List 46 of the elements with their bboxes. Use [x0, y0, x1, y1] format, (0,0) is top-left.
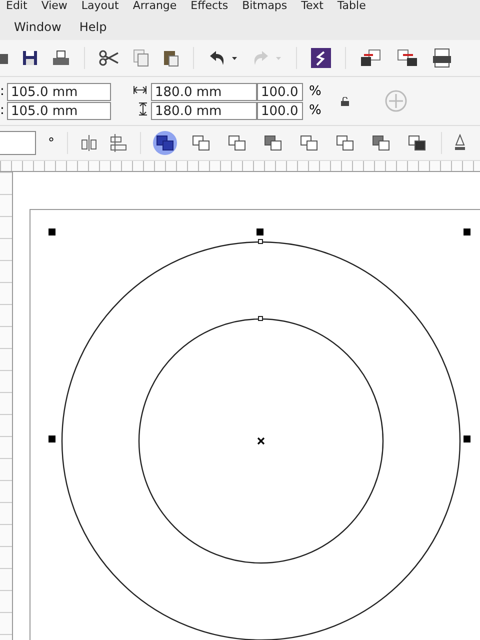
save-icon[interactable] [22, 50, 38, 66]
degree-label: ° [48, 136, 54, 150]
menu-item[interactable]: Edit [6, 0, 28, 12]
menu-item[interactable]: Arrange [132, 0, 177, 12]
percent-label: % [308, 84, 322, 99]
node-marker[interactable] [258, 239, 263, 244]
menu-item[interactable]: View [41, 0, 68, 12]
scale-field[interactable]: 100.0 [257, 102, 303, 120]
selection-handle[interactable] [48, 436, 56, 442]
position-field[interactable]: 105.0 mm [7, 102, 111, 120]
menu-item[interactable]: Layout [81, 0, 119, 12]
size-field[interactable]: 180.0 mm [151, 102, 257, 120]
height-icon [139, 102, 147, 116]
field-label: : [0, 102, 6, 120]
lock-icon[interactable] [341, 96, 350, 106]
app-launcher-icon[interactable] [311, 48, 331, 68]
angle-field[interactable] [0, 131, 36, 155]
position-field[interactable]: 105.0 mm [7, 82, 111, 100]
copy-icon[interactable] [133, 49, 149, 67]
import-icon[interactable] [360, 49, 382, 67]
center-mark [257, 437, 265, 445]
scale-field[interactable]: 100.0 [257, 82, 303, 100]
pen-icon[interactable] [454, 134, 466, 152]
selection-handle[interactable] [256, 228, 264, 236]
node-marker[interactable] [258, 316, 263, 321]
menu-item[interactable]: Text [301, 0, 324, 12]
menu-item[interactable]: Help [79, 20, 107, 34]
mirror-icon[interactable] [80, 135, 98, 151]
undo-icon[interactable] [208, 50, 238, 66]
width-icon [133, 86, 147, 94]
print-icon[interactable] [52, 50, 70, 66]
selection-handle[interactable] [464, 228, 470, 236]
paste-icon[interactable] [163, 49, 179, 67]
menu-item[interactable]: Window [14, 20, 62, 34]
align-icon[interactable] [110, 134, 128, 152]
menu-item[interactable]: Table [337, 0, 366, 12]
scissors-icon[interactable] [99, 50, 119, 66]
menu-item[interactable]: Bitmaps [242, 0, 288, 12]
shaping-button[interactable] [152, 131, 176, 155]
percent-label: % [308, 103, 322, 118]
selection-handle[interactable] [464, 436, 470, 442]
field-label: : [0, 82, 6, 100]
export-icon[interactable] [396, 49, 418, 67]
selection-handle[interactable] [48, 228, 56, 236]
menu-item[interactable]: Effects [190, 0, 228, 12]
size-field[interactable]: 180.0 mm [151, 82, 257, 100]
